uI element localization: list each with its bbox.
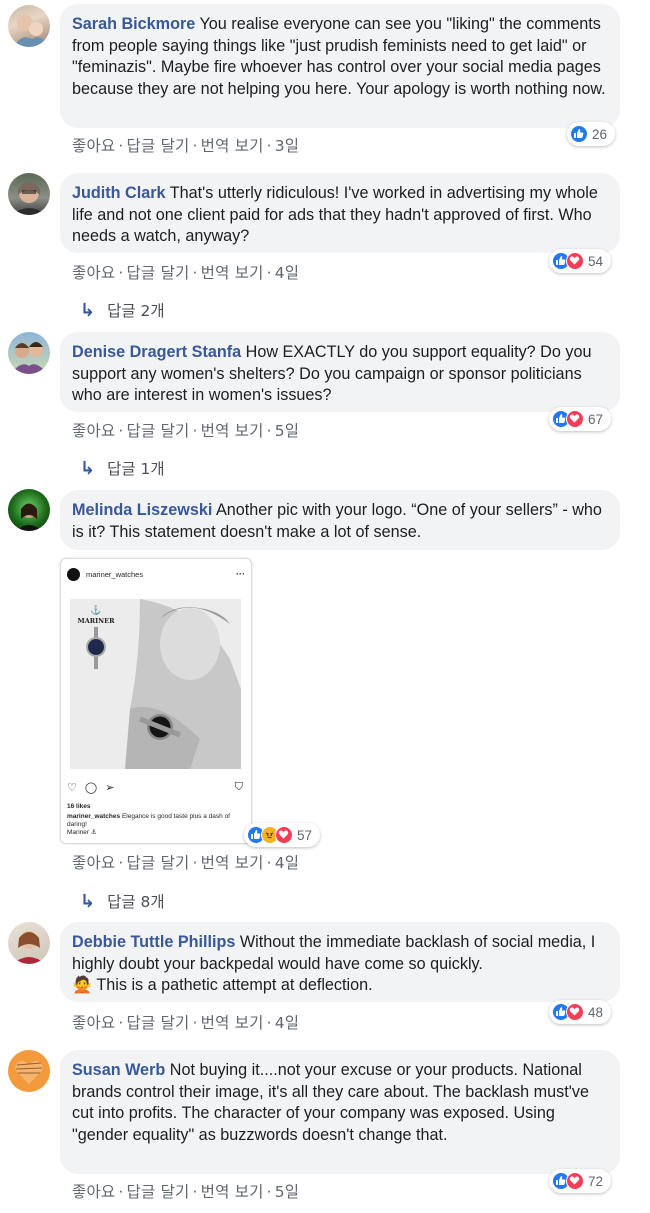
avatar-photo-icon: [13, 931, 45, 964]
reply-link[interactable]: 답글 달기: [127, 264, 190, 282]
view-replies-link[interactable]: ↳ 답글 8개: [80, 890, 165, 912]
like-link[interactable]: 좋아요: [72, 1014, 115, 1032]
replies-count: 답글 1개: [107, 460, 165, 478]
comment-bubble: Melinda Liszewski Another pic with your …: [60, 490, 620, 550]
reaction-count: 57: [297, 827, 313, 843]
more-options-icon: ···: [236, 569, 245, 579]
reaction-summary[interactable]: 57: [244, 823, 321, 847]
love-reaction-icon: [566, 1172, 584, 1190]
reaction-count: 26: [592, 126, 608, 142]
comment-author[interactable]: Susan Werb: [72, 1061, 165, 1079]
reaction-summary[interactable]: 48: [549, 1000, 612, 1024]
brand-logo-text: MARINER: [78, 617, 116, 625]
avatar-photo-icon: [13, 15, 48, 47]
comment-author[interactable]: Sarah Bickmore: [72, 15, 195, 33]
love-reaction-icon: [566, 252, 584, 270]
reaction-count: 67: [588, 411, 604, 427]
like-link[interactable]: 좋아요: [72, 854, 115, 872]
love-reaction-icon: [566, 410, 584, 428]
reaction-count: 48: [588, 1004, 604, 1020]
reply-link[interactable]: 답글 달기: [127, 137, 190, 155]
comment-actions: 좋아요 · 답글 달기 · 번역 보기 · 5일: [72, 1183, 300, 1201]
svg-text:⚓: ⚓: [90, 604, 101, 616]
comment-actions: 좋아요 · 답글 달기 · 번역 보기 · 4일: [72, 264, 300, 282]
comment-bubble: Sarah Bickmore You realise everyone can …: [60, 4, 620, 128]
comment-bubble-icon: ◯: [84, 782, 98, 794]
reply-link[interactable]: 답글 달기: [127, 422, 190, 440]
replies-count: 답글 8개: [107, 893, 165, 911]
comment-actions: 좋아요 · 답글 달기 · 번역 보기 · 4일: [72, 854, 300, 872]
reaction-summary[interactable]: 72: [549, 1169, 612, 1193]
love-reaction-icon: [566, 1003, 584, 1021]
comment-text-continued: This is a pathetic attempt at deflection…: [96, 976, 373, 994]
translate-link[interactable]: 번역 보기: [201, 137, 264, 155]
translate-link[interactable]: 번역 보기: [201, 1183, 264, 1201]
bookmark-icon: ⛉: [234, 781, 243, 793]
send-icon: ➢: [105, 782, 115, 794]
comment-timestamp[interactable]: 4일: [275, 264, 300, 282]
comment-bubble: Judith Clark That's utterly ridiculous! …: [60, 173, 620, 253]
replies-count: 답글 2개: [107, 302, 165, 320]
translate-link[interactable]: 번역 보기: [201, 264, 264, 282]
comment-bubble: Susan Werb Not buying it....not your exc…: [60, 1050, 620, 1174]
attachment-account: mariner_watches: [86, 569, 144, 579]
watch-ad-photo-icon: ⚓ MARINER: [70, 599, 241, 769]
comment-bubble: Debbie Tuttle Phillips Without the immed…: [60, 922, 620, 1002]
reaction-summary[interactable]: 67: [549, 407, 612, 431]
comment-author[interactable]: Denise Dragert Stanfa: [72, 343, 241, 361]
heart-sticker-avatar-icon: [15, 1061, 43, 1084]
reaction-count: 54: [588, 253, 604, 269]
reply-link[interactable]: 답글 달기: [127, 1014, 190, 1032]
translate-link[interactable]: 번역 보기: [201, 854, 264, 872]
reply-link[interactable]: 답글 달기: [127, 1183, 190, 1201]
attachment-image[interactable]: mariner_watches ··· ⚓ MARINER ♡ ◯ ➢ ⛉ 16…: [60, 558, 252, 844]
like-reaction-icon: [570, 125, 588, 143]
comment-actions: 좋아요 · 답글 달기 · 번역 보기 · 3일: [72, 137, 300, 155]
translate-link[interactable]: 번역 보기: [201, 422, 264, 440]
reply-link[interactable]: 답글 달기: [127, 854, 190, 872]
translate-link[interactable]: 번역 보기: [201, 1014, 264, 1032]
reply-arrow-icon: ↳: [80, 457, 96, 479]
avatar-photo-icon: [12, 182, 46, 215]
view-replies-link[interactable]: ↳ 답글 2개: [80, 299, 165, 321]
like-link[interactable]: 좋아요: [72, 1183, 115, 1201]
reply-arrow-icon: ↳: [80, 890, 96, 912]
comment-timestamp[interactable]: 4일: [275, 1014, 300, 1032]
comment-author[interactable]: Debbie Tuttle Phillips: [72, 933, 235, 951]
reaction-count: 72: [588, 1173, 604, 1189]
attachment-actions: ♡ ◯ ➢: [67, 781, 114, 794]
attachment-likes: 16 likes: [67, 803, 91, 810]
account-logo-icon: [67, 567, 80, 581]
attachment-caption: mariner_watches Elegance is good taste p…: [67, 813, 230, 836]
heart-icon: ♡: [67, 782, 77, 794]
comment-bubble: Denise Dragert Stanfa How EXACTLY do you…: [60, 332, 620, 412]
reaction-summary[interactable]: 26: [567, 122, 616, 146]
like-link[interactable]: 좋아요: [72, 137, 115, 155]
avatar[interactable]: [8, 332, 50, 374]
comment-timestamp[interactable]: 5일: [275, 422, 300, 440]
reply-arrow-icon: ↳: [80, 299, 96, 321]
comment-timestamp[interactable]: 3일: [275, 137, 300, 155]
comment-timestamp[interactable]: 5일: [275, 1183, 300, 1201]
view-replies-link[interactable]: ↳ 답글 1개: [80, 457, 165, 479]
attachment-photo: ⚓ MARINER: [70, 599, 241, 769]
avatar-photo-icon: [16, 503, 42, 531]
love-reaction-icon: [275, 826, 293, 844]
like-link[interactable]: 좋아요: [72, 422, 115, 440]
reaction-summary[interactable]: 54: [549, 249, 612, 273]
attachment-header: mariner_watches ···: [61, 559, 251, 589]
comment-author[interactable]: Judith Clark: [72, 184, 166, 202]
comment-actions: 좋아요 · 답글 달기 · 번역 보기 · 4일: [72, 1014, 300, 1032]
avatar[interactable]: [8, 489, 50, 531]
avatar[interactable]: [8, 173, 50, 215]
avatar[interactable]: [8, 5, 50, 47]
like-link[interactable]: 좋아요: [72, 264, 115, 282]
comment-actions: 좋아요 · 답글 달기 · 번역 보기 · 5일: [72, 422, 300, 440]
avatar[interactable]: [8, 1050, 50, 1092]
comment-author[interactable]: Melinda Liszewski: [72, 501, 212, 519]
avatar-photo-icon: [10, 342, 48, 374]
comment-timestamp[interactable]: 4일: [275, 854, 300, 872]
avatar[interactable]: [8, 922, 50, 964]
person-gesturing-no-emoji: 🙅: [72, 976, 93, 994]
